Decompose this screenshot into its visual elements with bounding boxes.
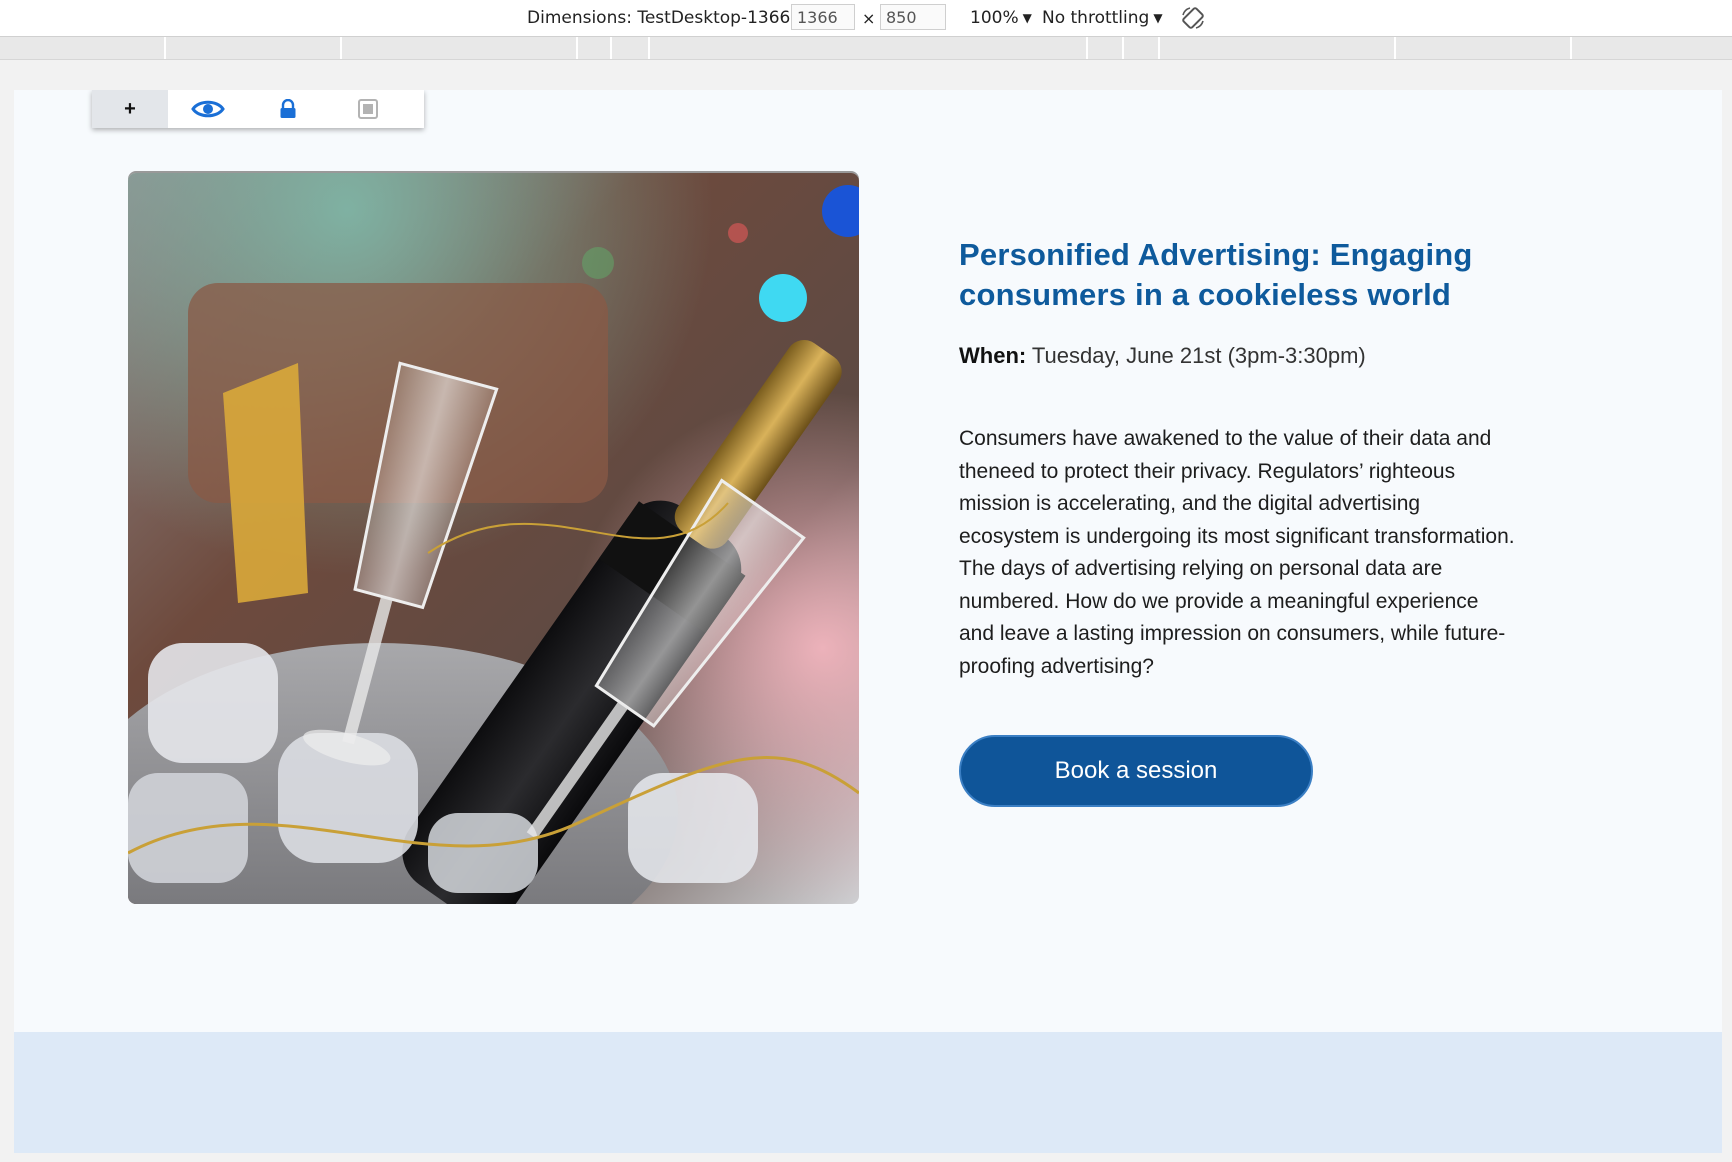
throttle-dropdown[interactable]: No throttling ▼ bbox=[1042, 0, 1163, 36]
rotate-icon[interactable] bbox=[1180, 0, 1206, 36]
layers-svg bbox=[358, 99, 378, 119]
media-query-bar[interactable] bbox=[0, 37, 1732, 60]
when-label: When: bbox=[959, 343, 1027, 368]
media-query-segment[interactable] bbox=[648, 37, 650, 59]
devtools-toolbar: Dimensions: TestDesktop-1366 ▼ 1366 × 85… bbox=[0, 0, 1732, 37]
height-input[interactable]: 850 bbox=[880, 4, 946, 30]
add-button[interactable]: + bbox=[92, 90, 168, 128]
times-symbol: × bbox=[862, 8, 876, 28]
lock-svg bbox=[280, 99, 296, 118]
dimensions-label: Dimensions: TestDesktop-1366 bbox=[527, 8, 791, 28]
caret-down-icon: ▼ bbox=[1022, 11, 1032, 25]
caret-down-icon: ▼ bbox=[1153, 11, 1163, 25]
rotate-svg bbox=[1182, 7, 1204, 29]
media-query-segment[interactable] bbox=[1086, 37, 1088, 59]
layers-icon[interactable] bbox=[328, 90, 408, 128]
media-query-segment[interactable] bbox=[340, 37, 342, 59]
media-query-segment[interactable] bbox=[610, 37, 612, 59]
eye-icon[interactable] bbox=[168, 90, 248, 128]
champagne-bucket-photo bbox=[128, 173, 859, 904]
session-content: Personified Advertising: Engaging consum… bbox=[959, 235, 1599, 807]
zoom-dropdown[interactable]: 100% ▼ bbox=[970, 0, 1032, 36]
lock-icon[interactable] bbox=[248, 90, 328, 128]
media-query-segment[interactable] bbox=[1570, 37, 1572, 59]
session-when: When: Tuesday, June 21st (3pm-3:30pm) bbox=[959, 341, 1599, 371]
session-description: Consumers have awakened to the value of … bbox=[959, 427, 1515, 678]
when-value: Tuesday, June 21st (3pm-3:30pm) bbox=[1031, 343, 1366, 368]
width-input[interactable]: 1366 bbox=[791, 4, 855, 30]
media-query-segment[interactable] bbox=[1122, 37, 1124, 59]
eye-svg bbox=[191, 100, 225, 118]
zoom-label: 100% bbox=[970, 8, 1019, 28]
footer-band bbox=[14, 1032, 1722, 1153]
photo-svg bbox=[128, 173, 859, 904]
media-query-segment[interactable] bbox=[1394, 37, 1396, 59]
media-query-segment[interactable] bbox=[164, 37, 166, 59]
page-viewport: + Personified Advertising: Engaging cons… bbox=[14, 90, 1722, 1153]
media-query-segment[interactable] bbox=[576, 37, 578, 59]
media-query-segment[interactable] bbox=[1158, 37, 1160, 59]
session-title: Personified Advertising: Engaging consum… bbox=[959, 237, 1473, 312]
book-session-button[interactable]: Book a session bbox=[959, 735, 1313, 807]
throttle-label: No throttling bbox=[1042, 8, 1150, 28]
dimensions-dropdown[interactable]: Dimensions: TestDesktop-1366 ▼ bbox=[527, 0, 804, 36]
edit-toolbar: + bbox=[92, 90, 424, 128]
